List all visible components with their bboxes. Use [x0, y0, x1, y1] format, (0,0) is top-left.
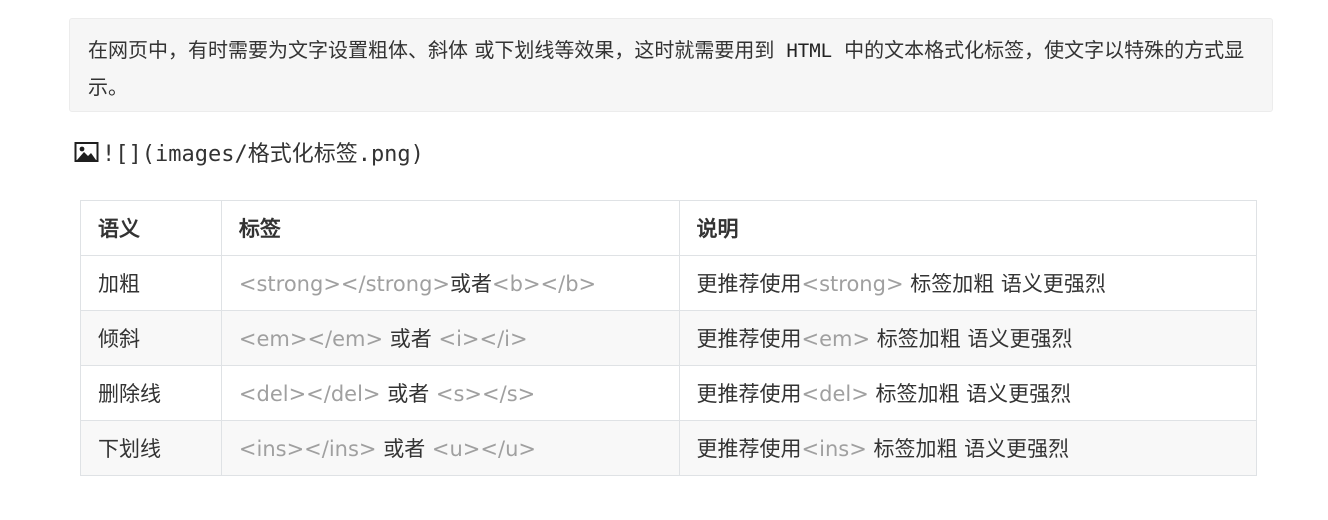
cell-tags: <em></em> 或者 <i></i> [220, 310, 680, 366]
desc-prefix: 更推荐使用 [696, 327, 802, 351]
connector: 或者 [450, 272, 493, 296]
connector: 或者 [376, 437, 432, 461]
cell-semantic: 加粗 [80, 255, 222, 311]
cell-description: 更推荐使用<del> 标签加粗 语义更强烈 [678, 365, 1258, 421]
table-row: 下划线 <ins></ins> 或者 <u></u> 更推荐使用<ins> 标签… [80, 420, 1258, 476]
tag-b: <i></i> [438, 327, 528, 351]
desc-suffix: 标签加粗 语义更强烈 [870, 327, 1073, 351]
cell-tags: <strong></strong>或者<b></b> [220, 255, 680, 311]
desc-tag: <ins> [801, 437, 867, 461]
desc-suffix: 标签加粗 语义更强烈 [866, 437, 1070, 461]
cell-tags: <del></del> 或者 <s></s> [220, 365, 680, 421]
desc-suffix: 标签加粗 语义更强烈 [903, 272, 1106, 296]
tag-a: <ins></ins> [238, 437, 377, 461]
desc-tag: <strong> [801, 272, 904, 296]
desc-tag: <em> [801, 327, 871, 351]
table-row: 倾斜 <em></em> 或者 <i></i> 更推荐使用<em> 标签加粗 语… [80, 310, 1258, 366]
broken-image-placeholder[interactable]: ![](images/格式化标签.png) [74, 136, 424, 168]
connector: 或者 [380, 382, 436, 406]
desc-tag: <del> [801, 382, 869, 406]
desc-prefix: 更推荐使用 [696, 382, 802, 406]
table-header-row: 语义 标签 说明 [80, 200, 1258, 256]
cell-description: 更推荐使用<strong> 标签加粗 语义更强烈 [678, 255, 1258, 311]
tag-b: <b></b> [492, 272, 597, 296]
header-description: 说明 [678, 200, 1258, 256]
cell-semantic: 删除线 [80, 365, 222, 421]
cell-tags: <ins></ins> 或者 <u></u> [220, 420, 680, 476]
image-markdown-text: ![](images/格式化标签.png) [102, 142, 424, 167]
header-tag: 标签 [220, 200, 680, 256]
format-tags-table: 语义 标签 说明 加粗 <strong></strong>或者<b></b> 更… [80, 200, 1258, 476]
intro-text-before: 在网页中，有时需要为文字设置粗体、斜体 或下划线等效果，这时就需要用到 [88, 38, 775, 62]
image-icon [74, 142, 99, 162]
cell-description: 更推荐使用<ins> 标签加粗 语义更强烈 [678, 420, 1258, 476]
cell-description: 更推荐使用<em> 标签加粗 语义更强烈 [678, 310, 1258, 366]
table-row: 加粗 <strong></strong>或者<b></b> 更推荐使用<stro… [80, 255, 1258, 311]
tag-a: <strong></strong> [238, 272, 451, 296]
tag-a: <del></del> [238, 382, 381, 406]
table-row: 删除线 <del></del> 或者 <s></s> 更推荐使用<del> 标签… [80, 365, 1258, 421]
tag-b: <u></u> [431, 437, 536, 461]
cell-semantic: 倾斜 [80, 310, 222, 366]
tag-a: <em></em> [238, 327, 384, 351]
tag-b: <s></s> [435, 382, 536, 406]
desc-suffix: 标签加粗 语义更强烈 [868, 382, 1072, 406]
connector: 或者 [383, 327, 439, 351]
intro-inline-code: HTML [786, 40, 833, 62]
intro-blockquote: 在网页中，有时需要为文字设置粗体、斜体 或下划线等效果，这时就需要用到 HTML 中… [69, 18, 1273, 112]
header-semantic: 语义 [80, 200, 222, 256]
desc-prefix: 更推荐使用 [696, 437, 802, 461]
desc-prefix: 更推荐使用 [696, 272, 802, 296]
cell-semantic: 下划线 [80, 420, 222, 476]
